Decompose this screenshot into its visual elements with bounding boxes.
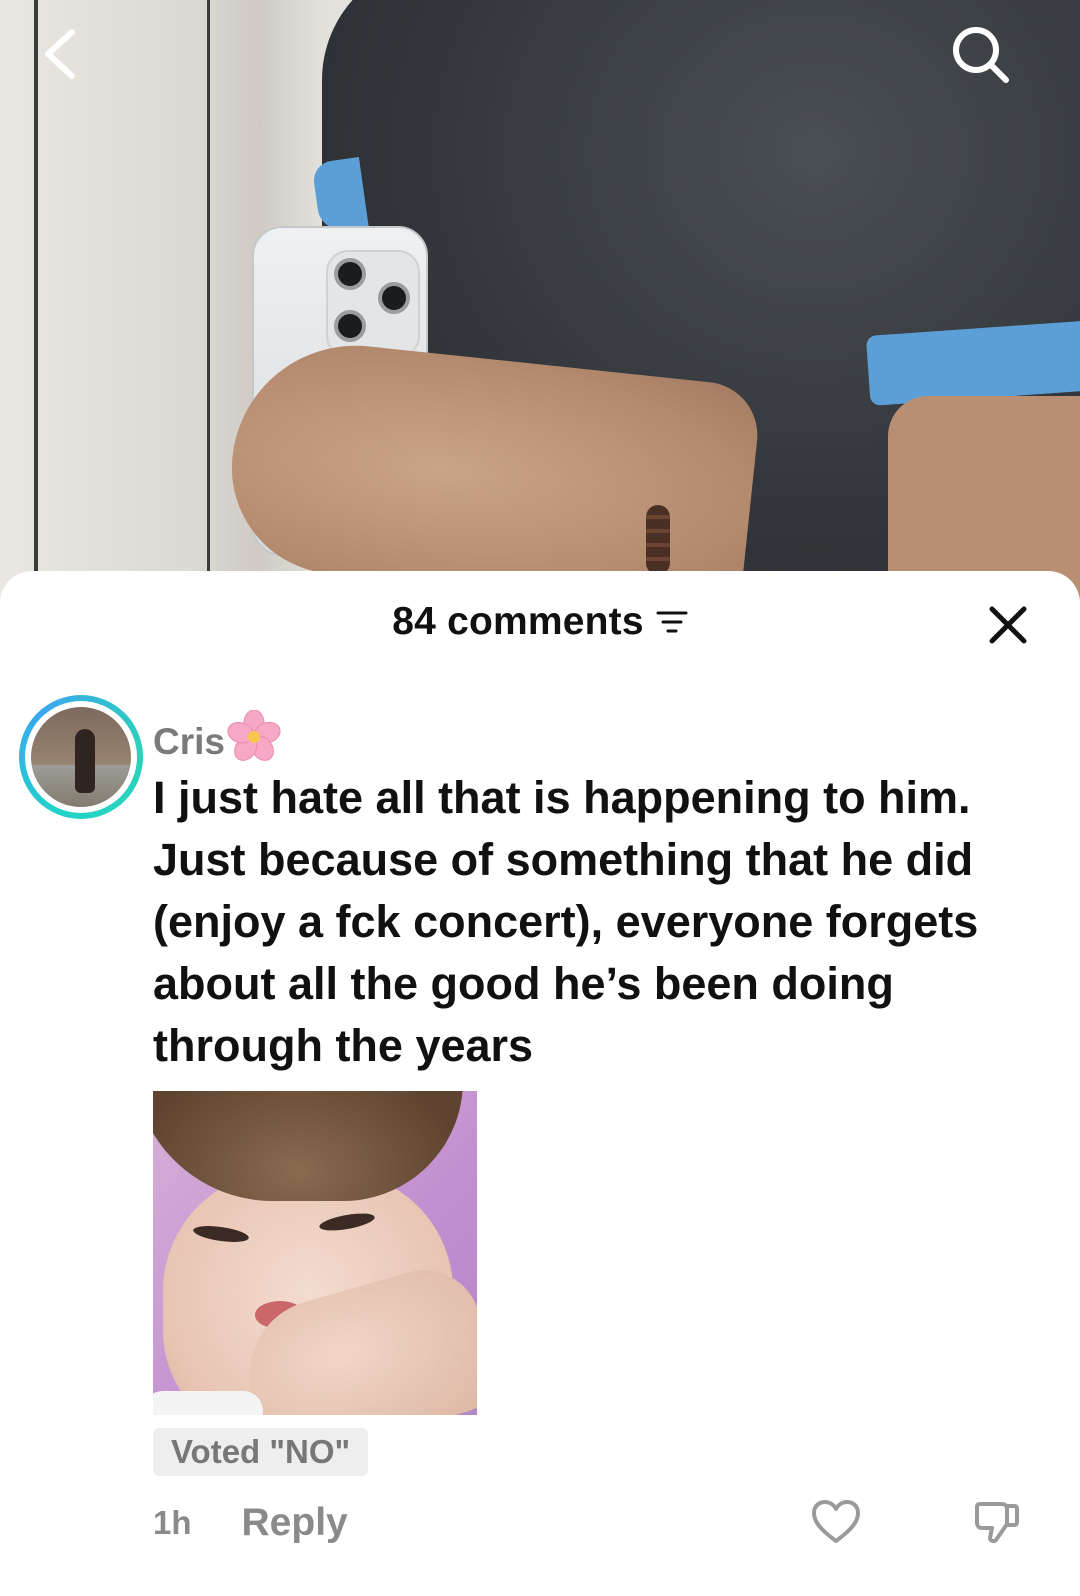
comment-timestamp: 1h: [153, 1504, 192, 1541]
comment-attached-image[interactable]: [153, 1091, 477, 1415]
comments-sheet: 84 comments Cris I just hate all that is…: [0, 571, 1080, 1596]
sort-filter-icon: [656, 611, 688, 632]
video-background[interactable]: [0, 0, 1080, 600]
like-button[interactable]: [808, 1496, 864, 1548]
sleeve-trim: [311, 157, 369, 233]
comment-count: 84 comments: [392, 600, 644, 643]
close-icon: [989, 606, 1027, 644]
reply-button[interactable]: Reply: [242, 1501, 348, 1545]
username-text: Cris: [153, 720, 225, 762]
comment-footer: 1h Reply: [153, 1500, 348, 1546]
comments-header: 84 comments: [0, 597, 1080, 647]
heart-outline-icon: [812, 1500, 860, 1543]
back-button[interactable]: [24, 18, 96, 90]
comment-text: I just hate all that is happening to him…: [153, 772, 979, 1071]
comment-username[interactable]: Cris: [153, 709, 281, 773]
camera-lens: [334, 310, 366, 342]
search-icon: [953, 27, 1009, 83]
thumbs-down-outline-icon: [975, 1502, 1019, 1544]
camera-lens: [378, 282, 410, 314]
sleeve-trim: [865, 320, 1080, 406]
bracelet: [646, 505, 670, 575]
search-button[interactable]: [944, 18, 1016, 90]
chevron-left-icon: [45, 29, 75, 79]
sort-button[interactable]: [656, 609, 688, 642]
camera-module: [326, 250, 420, 358]
vote-badge: Voted "NO": [153, 1428, 369, 1476]
door-frame-line: [34, 0, 38, 600]
dislike-button[interactable]: [968, 1496, 1024, 1548]
close-button[interactable]: [980, 597, 1036, 653]
door-frame-line: [207, 0, 210, 600]
camera-lens: [334, 258, 366, 290]
cherry-blossom-icon: [227, 709, 281, 773]
avatar[interactable]: [19, 695, 143, 819]
arm: [888, 396, 1080, 600]
avatar-photo: [31, 707, 131, 807]
